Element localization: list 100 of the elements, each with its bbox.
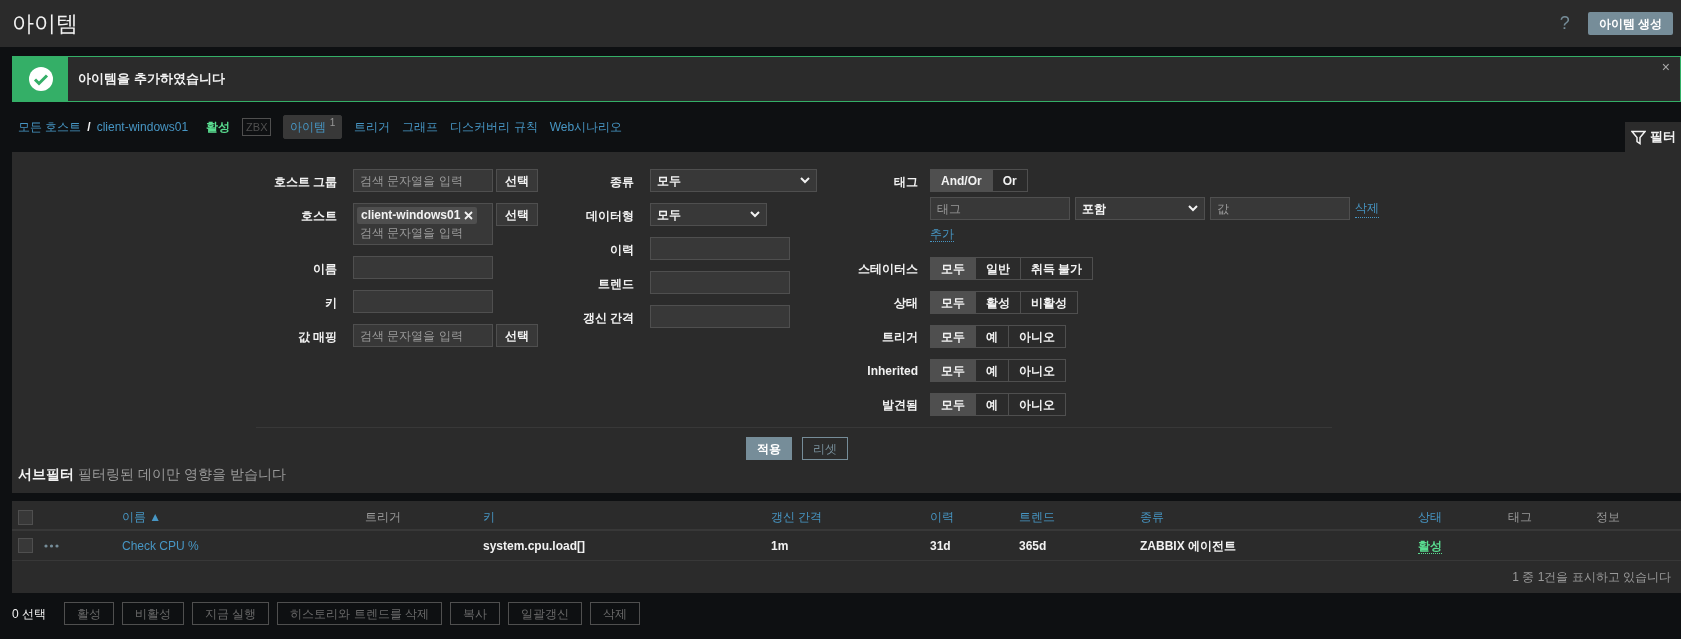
column-header: 태그 — [1508, 509, 1532, 526]
field-label: 갱신 간격 — [581, 310, 635, 327]
column-header-link[interactable]: 상태 — [1418, 508, 1442, 526]
search-field[interactable]: 검색 문자열을 입력 — [353, 169, 493, 192]
apply-button[interactable]: 적용 — [745, 437, 792, 460]
nav-link[interactable]: 그래프 — [402, 118, 439, 136]
text-field[interactable] — [353, 256, 493, 279]
mass-action-button[interactable]: 삭제 — [590, 602, 641, 625]
column-header-link[interactable]: 이름 ▲ — [122, 508, 162, 526]
mass-action-button[interactable]: 지금 실행 — [192, 602, 270, 625]
items-tab[interactable]: 아이템 $^{1}$ — [283, 115, 343, 139]
segment-option[interactable]: 비활성 — [1020, 291, 1078, 314]
segment-option[interactable]: 모두 — [930, 257, 976, 280]
text-field[interactable] — [353, 290, 493, 313]
column-header-link[interactable]: 트렌드 — [1019, 508, 1055, 526]
text-field[interactable] — [650, 271, 790, 294]
segment-option[interactable]: 모두 — [930, 325, 976, 348]
segment-option[interactable]: 모두 — [930, 393, 976, 416]
success-message: 아이템을 추가하였습니다 — [78, 70, 225, 89]
more-options-icon[interactable] — [44, 543, 59, 548]
item-name-link[interactable]: Check CPU % — [122, 536, 199, 555]
segment-option[interactable]: 모두 — [930, 359, 976, 382]
chevron-down-icon — [800, 177, 810, 184]
dropdown[interactable]: 모두 — [650, 169, 817, 192]
segment-option[interactable]: 예 — [975, 325, 1009, 348]
close-button[interactable]: × — [1661, 57, 1670, 78]
field-label: 발견됨 — [881, 396, 919, 414]
segment-option[interactable]: 일반 — [975, 257, 1021, 280]
segment-option[interactable]: 취득 불가 — [1020, 257, 1094, 280]
nav-link[interactable]: 디스커버리 규칙 — [450, 118, 538, 136]
field-label: 태그 — [893, 174, 919, 191]
filter-icon — [1630, 129, 1646, 145]
dropdown[interactable]: 모두 — [650, 203, 767, 226]
mass-action-button[interactable]: 히스토리와 트렌드를 삭제 — [277, 602, 443, 625]
page-title: 아이템 — [12, 10, 78, 38]
field-label: 호스트 — [300, 208, 338, 225]
table-cell-text: system.cpu.load[] — [483, 537, 587, 555]
select-button[interactable]: 선택 — [496, 203, 538, 226]
field-label: 이름 — [312, 261, 338, 278]
filter-tab[interactable]: 필터 — [1625, 122, 1681, 152]
field-label: 상태 — [893, 294, 919, 312]
segment-option[interactable]: Or — [991, 169, 1028, 192]
column-header-link[interactable]: 종류 — [1140, 508, 1164, 526]
reset-button[interactable]: 리셋 — [801, 437, 848, 460]
segment-option[interactable]: 아니오 — [1008, 325, 1066, 348]
field-label: 호스트 그룹 — [272, 174, 338, 191]
field-label: 키 — [324, 295, 338, 312]
field-label: 값 매핑 — [296, 329, 338, 346]
segment-option[interactable]: 예 — [975, 393, 1009, 416]
field-label: 데이터형 — [585, 208, 635, 225]
mass-action-button[interactable]: 일괄갱신 — [508, 602, 583, 625]
add-link[interactable]: 추가 — [930, 227, 954, 242]
remove-link[interactable]: 삭제 — [1355, 199, 1379, 218]
field-label: 트렌드 — [597, 276, 635, 293]
column-header: 트리거 — [365, 509, 401, 526]
table-cell-text: 1m — [771, 537, 790, 555]
nav-link[interactable]: 트리거 — [354, 118, 391, 136]
column-header-link[interactable]: 갱신 간격 — [771, 508, 823, 526]
segment-option[interactable]: 아니오 — [1008, 359, 1066, 382]
segment-option[interactable]: 활성 — [975, 291, 1021, 314]
field-label: 이력 — [609, 242, 635, 259]
create-item-button[interactable]: 아이템 생성 — [1587, 12, 1673, 35]
table-cell-text: ZABBIX 에이전트 — [1140, 537, 1237, 555]
nav-link[interactable]: Web시나리오 — [549, 118, 623, 136]
chevron-down-icon — [1188, 205, 1198, 212]
breadcrumb-link[interactable]: client-windows01 — [96, 118, 189, 136]
breadcrumb-separator: / — [87, 119, 91, 136]
value-field[interactable]: 값 — [1210, 197, 1350, 220]
field-label: 종류 — [609, 174, 635, 191]
selected-count: 0 선택 — [12, 605, 46, 623]
status-toggle-link[interactable]: 활성 — [1418, 538, 1442, 554]
breadcrumb-link[interactable]: 모든 호스트 — [18, 118, 82, 136]
text-field[interactable] — [650, 305, 790, 328]
pagination-summary: 1 중 1건을 표시하고 있습니다 — [1512, 569, 1671, 586]
select-all-checkbox[interactable] — [18, 509, 33, 525]
table-cell-text: 365d — [1019, 537, 1048, 555]
text-field[interactable] — [650, 237, 790, 260]
chevron-down-icon — [750, 211, 760, 218]
help-link[interactable]: ? — [1559, 10, 1570, 37]
segment-option[interactable]: 아니오 — [1008, 393, 1066, 416]
mass-action-button[interactable]: 복사 — [450, 602, 501, 625]
host-multiselect[interactable]: client-windows01 검색 문자열을 입력 — [353, 203, 493, 245]
remove-icon[interactable] — [464, 210, 474, 220]
mass-action-button[interactable]: 활성 — [64, 602, 114, 625]
status-label: 활성 — [206, 119, 231, 136]
condition-dropdown[interactable]: 포함 — [1075, 197, 1205, 220]
segment-option[interactable]: 모두 — [930, 291, 976, 314]
tag-field[interactable]: 태그 — [930, 197, 1070, 220]
column-header-link[interactable]: 이력 — [930, 508, 954, 526]
mass-action-button[interactable]: 비활성 — [122, 602, 184, 625]
row-checkbox[interactable] — [18, 538, 33, 553]
host-chip[interactable]: client-windows01 — [357, 206, 478, 224]
search-field[interactable]: 검색 문자열을 입력 — [353, 324, 493, 347]
column-header-link[interactable]: 키 — [483, 508, 495, 526]
column-header: 정보 — [1596, 509, 1620, 526]
segment-option[interactable]: And/Or — [930, 169, 993, 192]
select-button[interactable]: 선택 — [496, 169, 538, 192]
segment-option[interactable]: 예 — [975, 359, 1009, 382]
table-cell-text: 31d — [930, 537, 952, 555]
select-button[interactable]: 선택 — [496, 324, 538, 347]
